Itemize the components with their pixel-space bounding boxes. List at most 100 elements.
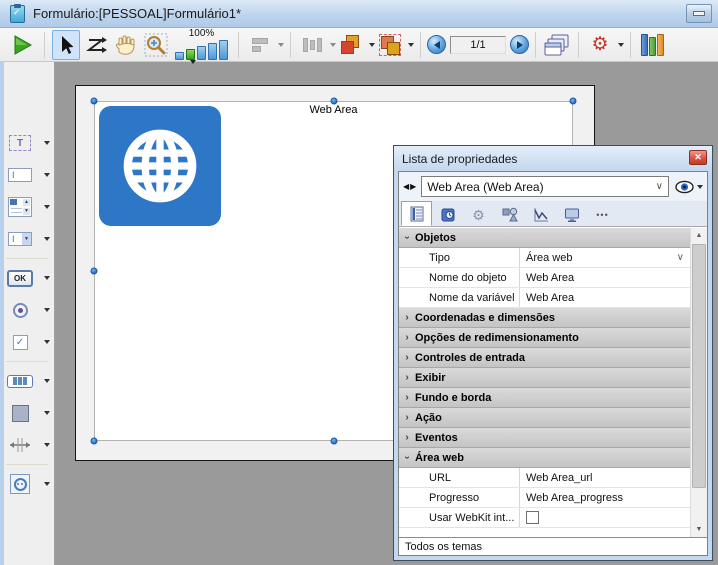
panel-tab-chart[interactable] <box>525 204 556 226</box>
duplicate-dropdown[interactable] <box>369 43 375 47</box>
section-header[interactable]: ›Eventos <box>399 428 690 448</box>
pan-hand-button[interactable] <box>112 30 140 60</box>
radio-button-dropdown-icon[interactable] <box>44 308 50 312</box>
selection-handle-bottom-left[interactable] <box>91 438 98 445</box>
object-selector-dropdown[interactable]: Web Area (Web Area) ∨ <box>421 176 669 197</box>
object-prev-next-icons[interactable]: ◀▶ <box>403 182 417 191</box>
align-dropdown[interactable] <box>278 43 284 47</box>
property-value[interactable]: Web Area_url <box>520 468 690 487</box>
selection-handle-top-right[interactable] <box>570 98 577 105</box>
panel-tab-display[interactable] <box>556 204 587 226</box>
property-value-text: Web Area_url <box>526 472 592 484</box>
section-header[interactable]: ›Opções de redimensionamento <box>399 328 690 348</box>
tab-control-tool-button[interactable] <box>6 368 52 394</box>
webkit-checkbox[interactable] <box>526 511 539 524</box>
selection-handle-mid-left[interactable] <box>91 268 98 275</box>
combo-box-tool-button[interactable]: I▼ <box>6 226 52 252</box>
magnifier-icon <box>144 33 168 57</box>
scroll-thumb[interactable] <box>692 244 706 488</box>
theme-eye-button[interactable] <box>675 180 703 194</box>
preferences-dropdown[interactable] <box>618 43 624 47</box>
section-header[interactable]: ›Controles de entrada <box>399 348 690 368</box>
zoom-level-control[interactable]: 100% <box>175 29 228 60</box>
section-header[interactable]: ›Ação <box>399 408 690 428</box>
panel-tab-more[interactable]: ••• <box>587 204 618 226</box>
entry-order-button[interactable] <box>82 30 110 60</box>
rectangle-tool-button[interactable] <box>6 400 52 426</box>
sidebar-separator <box>6 464 48 465</box>
scroll-down-icon[interactable]: ▼ <box>691 522 707 537</box>
property-value[interactable]: Web Area <box>520 288 690 307</box>
chevron-expanded-icon: › <box>402 450 413 466</box>
selection-handle-top-left[interactable] <box>91 98 98 105</box>
globe-icon <box>114 120 206 212</box>
section-header[interactable]: ›Área web <box>399 448 690 468</box>
books-icon <box>641 34 664 56</box>
list-box-tool-button[interactable]: ▲▼ <box>6 194 52 220</box>
select-arrow-button[interactable] <box>52 30 80 60</box>
panel-tab-objects[interactable] <box>494 204 525 226</box>
ok-button-dropdown-icon[interactable] <box>44 276 50 280</box>
check-box-tool-button[interactable]: ✓ <box>6 329 52 355</box>
scroll-up-icon[interactable]: ▲ <box>691 228 707 243</box>
property-value[interactable]: Área web∨ <box>520 248 690 267</box>
combo-box-dropdown-icon[interactable] <box>44 237 50 241</box>
section-header[interactable]: ›Exibir <box>399 368 690 388</box>
list-box-dropdown-icon[interactable] <box>44 205 50 209</box>
zoom-tool-button[interactable] <box>142 30 170 60</box>
explorer-button[interactable] <box>638 30 666 60</box>
input-field-dropdown-icon[interactable] <box>44 173 50 177</box>
section-header[interactable]: ›Fundo e borda <box>399 388 690 408</box>
static-text-tool-button[interactable]: T <box>6 130 52 156</box>
eye-icon <box>675 180 694 194</box>
property-value[interactable]: Web Area_progress <box>520 488 690 507</box>
splitter-tool-button[interactable] <box>6 432 52 458</box>
display-icon <box>564 207 580 223</box>
static-text-dropdown-icon[interactable] <box>44 141 50 145</box>
form-windows-button[interactable] <box>543 30 571 60</box>
execute-form-button[interactable] <box>9 30 37 60</box>
panel-tab-property-list[interactable] <box>401 201 432 226</box>
section-header[interactable]: ›Objetos <box>399 228 690 248</box>
radio-button-tool-button[interactable] <box>6 297 52 323</box>
plugin-area-dropdown-icon[interactable] <box>44 482 50 486</box>
grid-matrix-dropdown[interactable] <box>408 43 414 47</box>
panel-tab-data[interactable] <box>432 204 463 226</box>
next-arrow-icon <box>517 41 523 49</box>
property-label: Nome do objeto <box>399 268 520 287</box>
chart-icon <box>533 207 549 223</box>
panel-tab-options[interactable]: ⚙ <box>463 204 494 226</box>
panel-titlebar[interactable]: Lista de propriedades ✕ <box>394 146 712 171</box>
section-label: Fundo e borda <box>415 392 491 404</box>
zoom-bars-icon[interactable] <box>175 40 228 60</box>
splitter-dropdown-icon[interactable] <box>44 443 50 447</box>
panel-close-button[interactable]: ✕ <box>689 150 707 165</box>
toolbar-separator <box>535 32 536 58</box>
chevron-expanded-icon: › <box>402 230 413 246</box>
page-indicator: 1/1 <box>450 36 506 54</box>
scrollbar[interactable]: ▲ ▼ <box>690 228 707 537</box>
distribute-dropdown[interactable] <box>330 43 336 47</box>
plugin-area-tool-button[interactable] <box>6 471 52 497</box>
previous-page-button[interactable] <box>427 35 446 54</box>
ok-button-tool-button[interactable]: OK <box>6 265 52 291</box>
tab-control-dropdown-icon[interactable] <box>44 379 50 383</box>
hand-icon <box>115 34 137 56</box>
minimize-button[interactable] <box>686 4 712 23</box>
selection-handle-top-mid[interactable] <box>331 98 338 105</box>
rectangle-dropdown-icon[interactable] <box>44 411 50 415</box>
next-page-button[interactable] <box>510 35 529 54</box>
property-value[interactable] <box>520 508 690 527</box>
duplicate-objects-button[interactable] <box>337 30 365 60</box>
sidebar-edge <box>0 62 4 565</box>
property-value[interactable]: Web Area <box>520 268 690 287</box>
section-header[interactable]: ›Coordenadas e dimensões <box>399 308 690 328</box>
preferences-button[interactable]: ⚙ <box>586 30 614 60</box>
selection-handle-bottom-mid[interactable] <box>331 438 338 445</box>
toolbar-separator <box>290 32 291 58</box>
check-box-dropdown-icon[interactable] <box>44 340 50 344</box>
grid-matrix-button[interactable] <box>376 30 404 60</box>
input-field-tool-button[interactable]: I <box>6 162 52 188</box>
chevron-collapsed-icon: › <box>399 432 415 443</box>
grid-matrix-icon <box>379 34 401 56</box>
